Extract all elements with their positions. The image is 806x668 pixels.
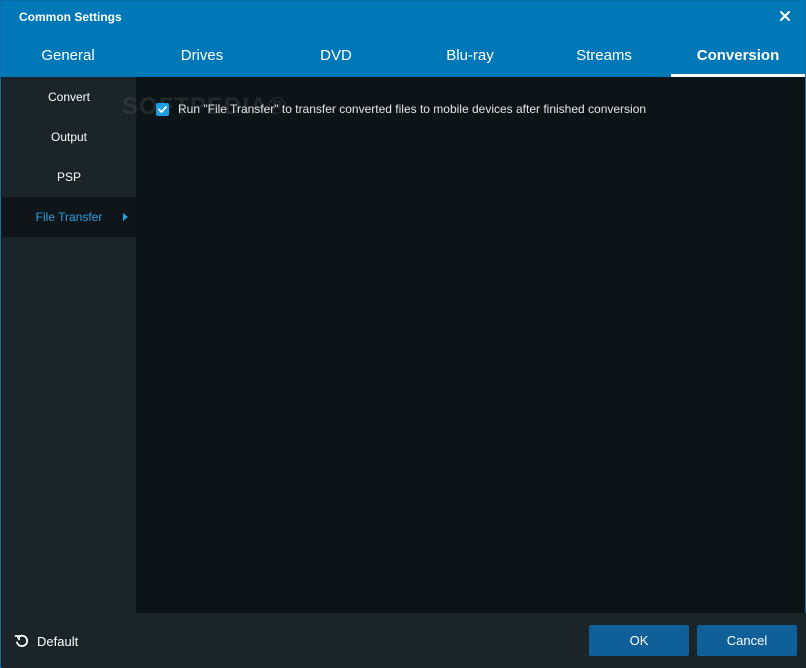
reset-icon — [14, 634, 29, 647]
default-label: Default — [37, 633, 79, 649]
tab-bar: General Drives DVD Blu-ray Streams Conve… — [1, 37, 805, 77]
ok-button[interactable]: OK — [589, 625, 689, 656]
dialog-footer: Default OK Cancel — [2, 613, 806, 668]
sidebar: Convert Output PSP File Transfer — [2, 77, 136, 613]
settings-dialog: Common Settings General Drives DVD Blu-r… — [0, 0, 806, 668]
sidebar-item-label: Convert — [47, 90, 91, 104]
close-button[interactable] — [775, 6, 795, 26]
cancel-button[interactable]: Cancel — [697, 625, 797, 656]
default-button[interactable]: Default — [14, 632, 78, 650]
sidebar-item-label: File Transfer — [35, 210, 103, 224]
run-file-transfer-option[interactable]: Run "File Transfer" to transfer converte… — [156, 101, 646, 117]
tab-general[interactable]: General — [1, 37, 135, 77]
sidebar-item-file-transfer[interactable]: File Transfer — [2, 197, 136, 237]
sidebar-item-label: Output — [50, 130, 88, 144]
tab-dvd[interactable]: DVD — [269, 37, 403, 77]
tab-label: Blu-ray — [446, 47, 494, 64]
tab-label: General — [41, 47, 95, 64]
content-panel: SOFTPEDIA® Run "File Transfer" to transf… — [122, 77, 805, 613]
chevron-right-icon — [123, 213, 128, 221]
run-file-transfer-checkbox[interactable] — [156, 102, 169, 116]
tab-label: Drives — [180, 47, 224, 64]
close-icon — [780, 11, 790, 21]
tab-label: DVD — [320, 47, 352, 64]
tab-blu-ray[interactable]: Blu-ray — [403, 37, 537, 77]
dialog-title: Common Settings — [19, 10, 122, 24]
sidebar-item-psp[interactable]: PSP — [2, 157, 136, 197]
tab-label: Conversion — [696, 47, 780, 64]
sidebar-item-output[interactable]: Output — [2, 117, 136, 157]
tab-label: Streams — [576, 47, 632, 64]
tab-conversion[interactable]: Conversion — [671, 37, 805, 77]
tab-drives[interactable]: Drives — [135, 37, 269, 77]
tab-streams[interactable]: Streams — [537, 37, 671, 77]
sidebar-item-label: PSP — [56, 170, 81, 184]
title-bar: Common Settings General Drives DVD Blu-r… — [1, 1, 805, 77]
run-file-transfer-label: Run "File Transfer" to transfer converte… — [178, 102, 647, 116]
checkmark-icon — [158, 105, 167, 113]
sidebar-item-convert[interactable]: Convert — [2, 77, 136, 117]
